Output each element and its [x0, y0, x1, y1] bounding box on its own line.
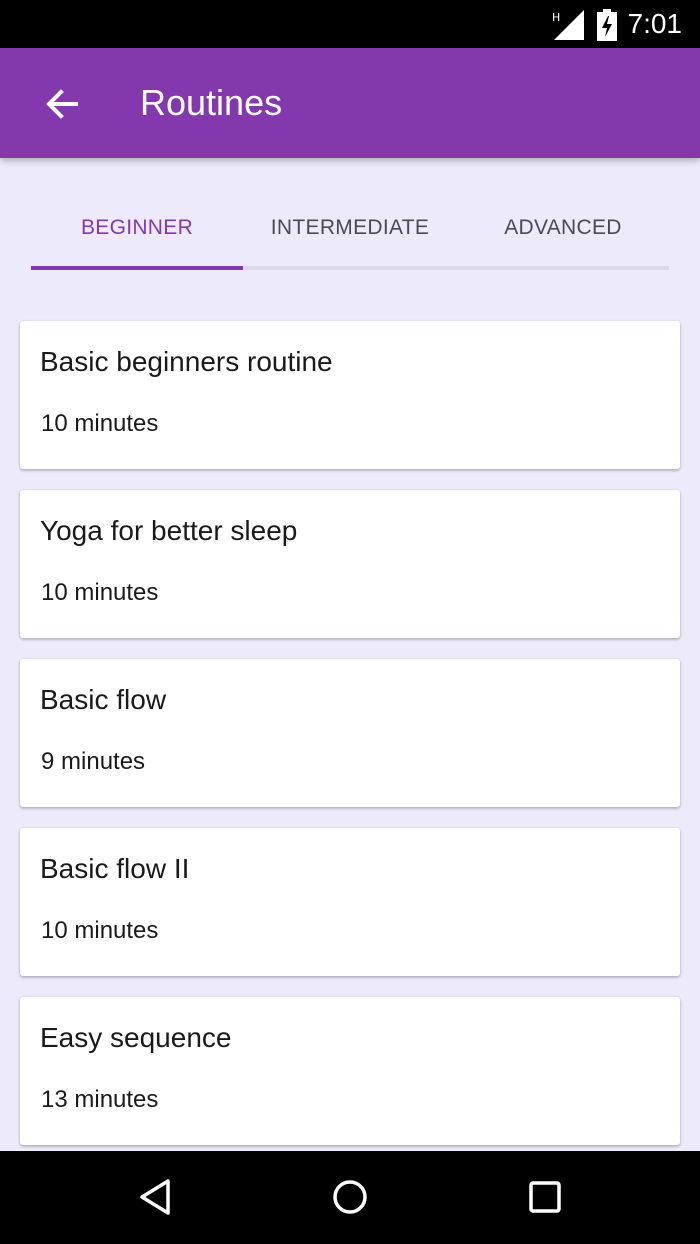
battery-charging-icon [597, 9, 617, 41]
nav-recents-icon[interactable] [525, 1177, 565, 1217]
routine-duration: 10 minutes [41, 579, 159, 606]
routine-duration: 10 minutes [41, 917, 159, 944]
routine-card[interactable]: Basic beginners routine 10 minutes [20, 321, 680, 469]
routine-title: Easy sequence [40, 1022, 232, 1053]
status-time: 7:01 [627, 8, 683, 39]
app-bar: Routines [0, 48, 700, 158]
routine-title: Basic beginners routine [40, 346, 333, 377]
routine-card[interactable]: Basic flow 9 minutes [20, 659, 680, 807]
routine-title: Yoga for better sleep [40, 515, 298, 546]
tab-beginner[interactable]: BEGINNER [31, 190, 243, 266]
routine-card[interactable]: Easy sequence 13 minutes [20, 997, 680, 1145]
routine-duration: 9 minutes [41, 748, 146, 775]
nav-home-icon[interactable] [330, 1177, 370, 1217]
status-bar: H 7:01 [0, 0, 700, 48]
routine-list: Basic beginners routine 10 minutes Yoga … [20, 321, 680, 1166]
tab-intermediate[interactable]: INTERMEDIATE [244, 190, 456, 266]
page-title: Routines [140, 82, 283, 123]
tab-advanced[interactable]: ADVANCED [457, 190, 669, 266]
level-tabs: BEGINNER INTERMEDIATE ADVANCED [31, 190, 669, 270]
routine-duration: 10 minutes [41, 410, 159, 437]
arrow-back-icon[interactable] [40, 82, 84, 126]
signal-icon: H [552, 10, 584, 40]
routine-title: Basic flow [40, 684, 167, 715]
nav-back-icon[interactable] [136, 1177, 176, 1217]
routine-card[interactable]: Yoga for better sleep 10 minutes [20, 490, 680, 638]
routine-title: Basic flow II [40, 853, 190, 884]
routine-duration: 13 minutes [41, 1086, 159, 1113]
system-nav-bar [0, 1151, 700, 1244]
network-type-label: H [552, 11, 560, 24]
routine-card[interactable]: Basic flow II 10 minutes [20, 828, 680, 976]
tab-indicator [31, 266, 243, 270]
